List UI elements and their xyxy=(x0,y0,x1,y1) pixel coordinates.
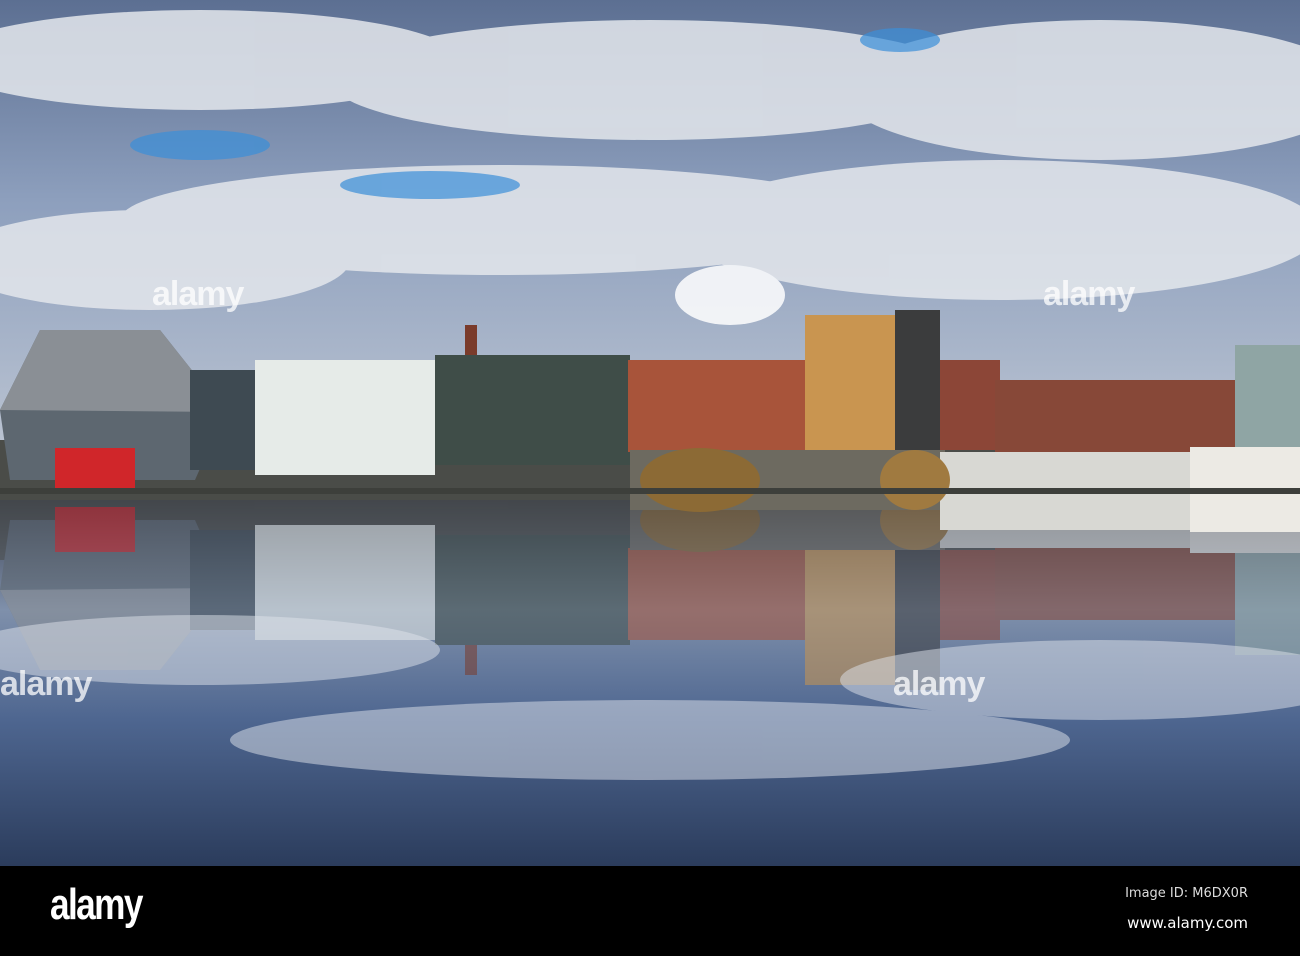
alamy-logo: alamy xyxy=(50,880,143,929)
stock-photo: alamy alamy alamy alamy alamy Image ID: … xyxy=(0,0,1300,956)
footer-bar: alamy Image ID: M6DX0R www.alamy.com xyxy=(0,866,1300,956)
dublin-docklands-photo xyxy=(0,0,1300,866)
watermark: alamy xyxy=(152,275,244,313)
watermark: alamy xyxy=(1043,275,1135,313)
site-url: www.alamy.com xyxy=(1127,914,1248,932)
watermark: alamy xyxy=(0,665,92,703)
image-id: Image ID: M6DX0R xyxy=(1125,886,1248,901)
watermark: alamy xyxy=(893,665,985,703)
